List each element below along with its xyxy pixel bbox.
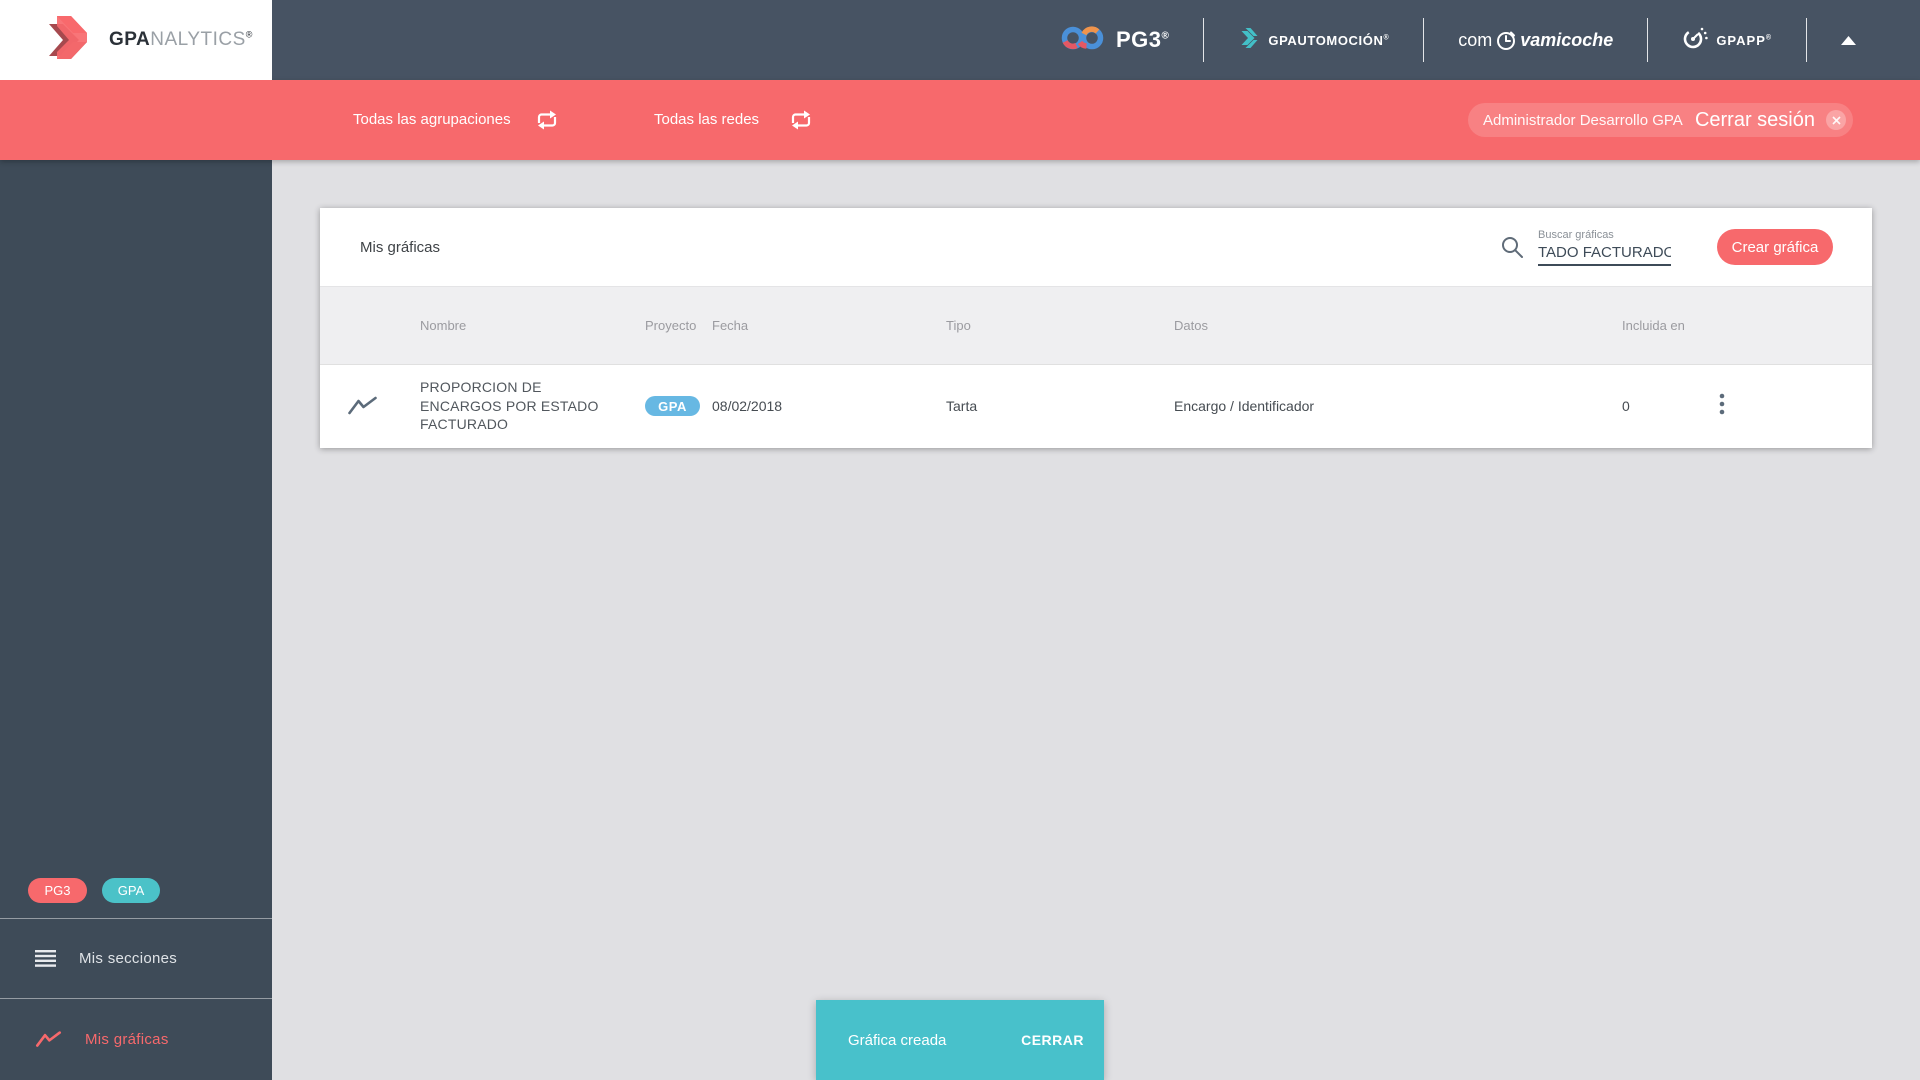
divider [1423,18,1425,62]
gpanalytics-logo[interactable]: GPANALYTICS® [0,0,272,80]
swap-agrupaciones-icon[interactable] [535,109,559,131]
partner-logos: PG3® GPAUTOMOCIÓN® com vamicoche GPAPP® [1060,0,1857,80]
gpautomocion-arrow-icon [1238,27,1260,53]
row-menu-cell [1710,389,1872,424]
row-date: 08/02/2018 [712,398,783,414]
gpanalytics-text: GPANALYTICS® [109,29,253,50]
sidebar-item-mis-secciones[interactable]: Mis secciones [0,918,272,998]
column-header-nombre: Nombre [420,318,467,333]
main-content: Mis gráficas Buscar gráficas Crear gráfi… [272,160,1920,1080]
pg3-logo-text: PG3® [1116,27,1170,52]
graficas-card: Mis gráficas Buscar gráficas Crear gráfi… [320,208,1872,448]
gpapp-text: GPAPP® [1716,32,1773,48]
swap-redes-icon[interactable] [789,109,813,131]
pg3-infinity-icon [1060,25,1106,56]
search-field: Buscar gráficas [1538,229,1671,266]
sidebar-badge-pg3[interactable]: PG3 [28,878,87,903]
divider [1203,18,1205,62]
row-overflow-menu-icon[interactable] [1715,389,1729,424]
logout-button[interactable]: Cerrar sesión [1695,109,1846,132]
logout-x-icon [1826,110,1846,130]
filter-redes-label[interactable]: Todas las redes [654,80,759,160]
create-chart-button[interactable]: Crear gráfica [1717,229,1833,265]
user-session-pill: Administrador Desarrollo GPA Cerrar sesi… [1468,103,1853,137]
app: PG3® GPAUTOMOCIÓN® com vamicoche GPAPP® … [0,0,1920,1080]
clock-icon [1497,31,1516,50]
row-data: Encargo / Identificador [1174,398,1315,414]
current-user-label: Administrador Desarrollo GPA [1483,111,1683,129]
sidebar-item-label: Mis secciones [79,950,178,967]
pg3-logo[interactable]: PG3® [1060,25,1169,56]
divider [1806,18,1808,62]
project-badge: GPA [645,396,700,416]
sidebar-item-label: Mis gráficas [85,1031,169,1048]
row-project-cell: GPA [645,396,712,416]
table-row[interactable]: PROPORCION DE ENCARGOS POR ESTADO FACTUR… [320,365,1872,447]
gpanalytics-arrow-icon [45,14,95,67]
gpautomocion-text: GPAUTOMOCIÓN® [1268,32,1390,48]
filter-bar: Todas las agrupaciones Todas las redes A… [0,80,1920,160]
snackbar: Gráfica creada CERRAR [816,1000,1104,1080]
sidebar-badges: PG3 GPA [0,878,272,903]
row-type: Tarta [946,398,978,414]
triangle-up-icon [1841,35,1857,45]
top-bar: PG3® GPAUTOMOCIÓN® com vamicoche GPAPP® [0,0,1920,80]
page-title: Mis gráficas [360,238,441,256]
comprova-pre-text: com [1458,29,1493,50]
search-icon[interactable] [1500,235,1525,260]
column-header-tipo: Tipo [946,318,971,333]
collapse-header-button[interactable] [1841,35,1857,45]
row-included-count: 0 [1622,398,1630,414]
card-header: Mis gráficas Buscar gráficas Crear gráfi… [320,208,1872,286]
snackbar-close-button[interactable]: CERRAR [1013,1026,1092,1054]
gpautomocion-logo[interactable]: GPAUTOMOCIÓN® [1238,27,1390,53]
column-header-proyecto: Proyecto [645,318,697,333]
sidebar-item-mis-graficas[interactable]: Mis gráficas [0,998,272,1080]
sidebar-badge-gpa[interactable]: GPA [102,878,160,903]
comprovamicoche-logo[interactable]: com vamicoche [1458,29,1613,51]
list-icon [35,950,56,967]
column-header-fecha: Fecha [712,318,749,333]
row-name: PROPORCION DE ENCARGOS POR ESTADO FACTUR… [420,379,599,433]
snackbar-message: Gráfica creada [848,1031,947,1049]
divider [1647,18,1649,62]
sidebar: PG3 GPA Mis secciones Mis gráficas [0,80,272,1080]
search-label: Buscar gráficas [1538,228,1614,241]
search-cluster: Buscar gráficas Crear gráfica [1500,229,1833,266]
trend-chart-icon [35,1030,62,1049]
filter-agrupaciones-label[interactable]: Todas las agrupaciones [353,80,511,160]
column-header-incluida-en: Incluida en [1622,318,1685,333]
column-header-datos: Datos [1174,318,1208,333]
gpapp-dial-icon [1682,25,1709,56]
table-header-row: Nombre Proyecto Fecha Tipo Datos Incluid… [320,286,1872,365]
logout-label: Cerrar sesión [1694,108,1815,131]
comprova-post-text: vamicoche [1520,29,1614,50]
gpapp-logo[interactable]: GPAPP® [1682,25,1772,56]
row-chart-icon [320,395,420,417]
search-input[interactable] [1538,242,1671,266]
